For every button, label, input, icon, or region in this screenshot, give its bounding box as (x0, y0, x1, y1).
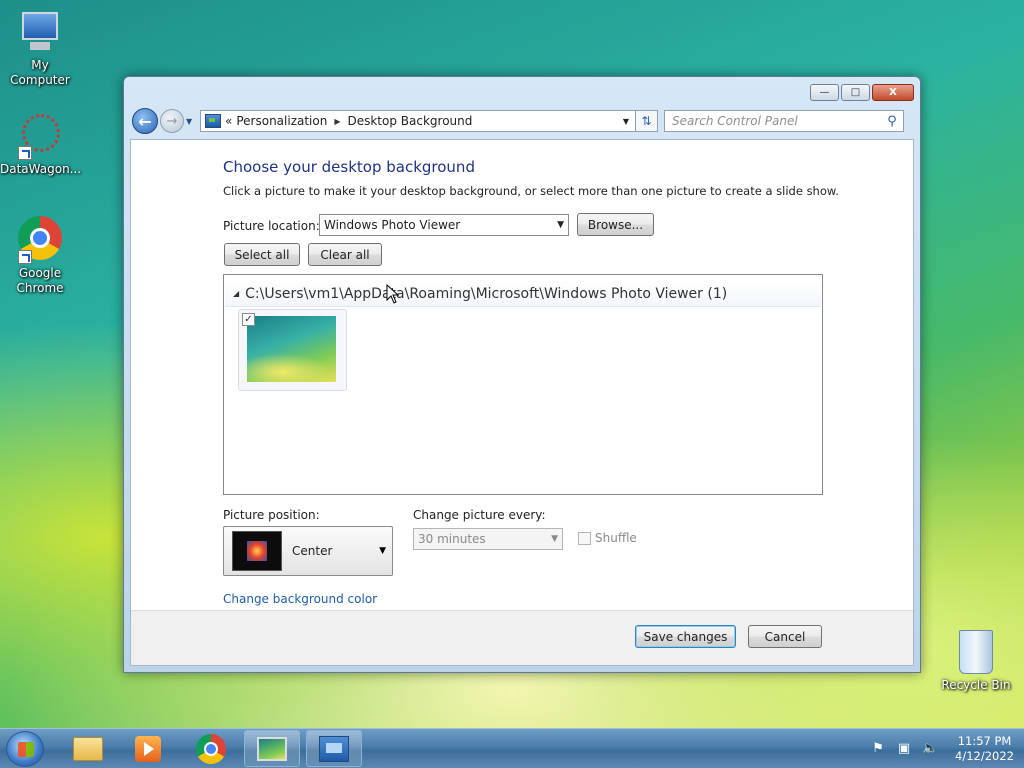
taskbar-photo-viewer-button[interactable] (244, 730, 300, 767)
save-changes-button[interactable]: Save changes (635, 625, 736, 648)
arrow-right-icon: → (166, 113, 178, 129)
group-header-path: C:\Users\vm1\AppData\Roaming\Microsoft\W… (245, 285, 728, 302)
system-tray: ⚑ ▣ 🔈 11:57 PM 4/12/2022 (869, 729, 1014, 768)
picture-position-value: Center (292, 544, 333, 558)
dialog-footer: Save changes Cancel (131, 610, 913, 665)
folder-icon (73, 736, 103, 761)
shortcut-arrow-icon (18, 146, 32, 160)
search-icon[interactable]: ⚲ (881, 114, 903, 129)
start-button[interactable] (6, 731, 44, 767)
breadcrumb-personalization[interactable]: Personalization (236, 114, 327, 128)
cursor-arrow (386, 283, 400, 304)
picture-position-label: Picture position: (223, 508, 320, 522)
chevron-down-icon: ▼ (379, 546, 386, 556)
desktop-icon-label: Google Chrome (16, 266, 64, 295)
shuffle-label: Shuffle (595, 531, 637, 545)
clear-all-button[interactable]: Clear all (308, 243, 382, 266)
thumbnail-checkbox[interactable]: ✓ (242, 313, 255, 326)
shuffle-checkbox[interactable] (578, 531, 591, 545)
picture-gallery: ◢ C:\Users\vm1\AppData\Roaming\Microsoft… (223, 274, 823, 495)
taskbar-explorer-button[interactable] (60, 730, 116, 767)
volume-icon[interactable]: 🔈 (921, 741, 939, 757)
page-description: Click a picture to make it your desktop … (223, 184, 839, 198)
control-panel-icon (319, 735, 349, 762)
change-background-color-link[interactable]: Change background color (223, 592, 377, 606)
address-overflow[interactable]: « (225, 114, 232, 128)
arrow-left-icon: ← (138, 111, 152, 131)
navigation-bar: ← → ▼ « Personalization ▶ Desktop Backgr… (132, 107, 912, 135)
picture-location-label: Picture location: (223, 219, 320, 233)
desktop-icon-recycle-bin[interactable]: Recycle Bin (940, 630, 1012, 692)
search-input[interactable] (672, 114, 881, 128)
shuffle-option[interactable]: Shuffle (578, 531, 637, 545)
chrome-icon (196, 733, 226, 764)
taskbar: ⚑ ▣ 🔈 11:57 PM 4/12/2022 (0, 728, 1024, 768)
picture-location-value: Windows Photo Viewer (324, 218, 461, 232)
chevron-down-icon: ▼ (551, 534, 558, 544)
refresh-icon: ⇅ (641, 114, 652, 128)
picture-position-select[interactable]: Center ▼ (223, 526, 393, 576)
content-pane: Choose your desktop background Click a p… (130, 139, 914, 666)
datawagon-icon (16, 112, 64, 160)
chevron-down-icon: ▼ (557, 220, 564, 230)
desktop-icon-google-chrome[interactable]: Google Chrome (0, 216, 80, 296)
network-icon[interactable]: ▣ (895, 741, 913, 757)
taskbar-media-player-button[interactable] (120, 730, 176, 767)
close-button[interactable]: X (872, 84, 914, 101)
desktop-background-window: — □ X ← → ▼ « Personalization ▶ Desktop … (123, 76, 921, 673)
photo-viewer-icon (257, 736, 287, 761)
computer-icon (16, 8, 64, 56)
browse-button[interactable]: Browse... (577, 213, 654, 236)
chrome-icon (16, 216, 64, 264)
change-picture-every-value: 30 minutes (418, 532, 486, 546)
taskbar-chrome-button[interactable] (183, 730, 239, 767)
clock-time: 11:57 PM (957, 734, 1012, 748)
group-header[interactable]: ◢ C:\Users\vm1\AppData\Roaming\Microsoft… (225, 281, 821, 307)
refresh-button[interactable]: ⇅ (636, 110, 658, 132)
media-player-icon (135, 735, 161, 762)
control-panel-icon (205, 114, 221, 128)
chevron-down-icon[interactable]: ▼ (623, 117, 629, 126)
position-preview-icon (232, 531, 282, 571)
change-picture-every-label: Change picture every: (413, 508, 546, 522)
picture-thumbnail[interactable]: ✓ (238, 309, 347, 391)
maximize-button[interactable]: □ (841, 84, 870, 101)
page-title: Choose your desktop background (223, 158, 475, 176)
picture-location-select[interactable]: Windows Photo Viewer ▼ (319, 214, 569, 236)
select-all-button[interactable]: Select all (224, 243, 300, 266)
desktop-icon-my-computer[interactable]: My Computer (0, 8, 80, 88)
cancel-button[interactable]: Cancel (748, 625, 822, 648)
clock-date: 4/12/2022 (955, 749, 1014, 763)
recent-pages-dropdown[interactable]: ▼ (186, 117, 196, 126)
address-bar[interactable]: « Personalization ▶ Desktop Background ▼ (200, 110, 636, 132)
minimize-button[interactable]: — (810, 84, 839, 101)
desktop-icon-label: My Computer (10, 58, 70, 87)
caption-buttons: — □ X (810, 84, 914, 101)
search-box[interactable]: ⚲ (664, 110, 904, 132)
action-center-flag-icon[interactable]: ⚑ (869, 741, 887, 757)
breadcrumb-desktop-background[interactable]: Desktop Background (347, 114, 472, 128)
change-picture-every-select[interactable]: 30 minutes ▼ (413, 528, 563, 550)
wallpaper-thumbnail-image (247, 316, 336, 382)
desktop-icon-label: DataWagon... (0, 162, 82, 176)
desktop-icon-datawagon[interactable]: DataWagon... (0, 112, 82, 177)
chevron-right-icon[interactable]: ▶ (334, 117, 340, 126)
taskbar-control-panel-button[interactable] (306, 730, 362, 767)
shortcut-arrow-icon (18, 250, 32, 264)
desktop-icon-label: Recycle Bin (941, 678, 1011, 692)
recycle-bin-icon (959, 630, 993, 674)
back-button[interactable]: ← (132, 108, 158, 134)
forward-button[interactable]: → (160, 109, 184, 133)
collapse-triangle-icon[interactable]: ◢ (233, 289, 239, 298)
clock[interactable]: 11:57 PM 4/12/2022 (955, 734, 1014, 764)
